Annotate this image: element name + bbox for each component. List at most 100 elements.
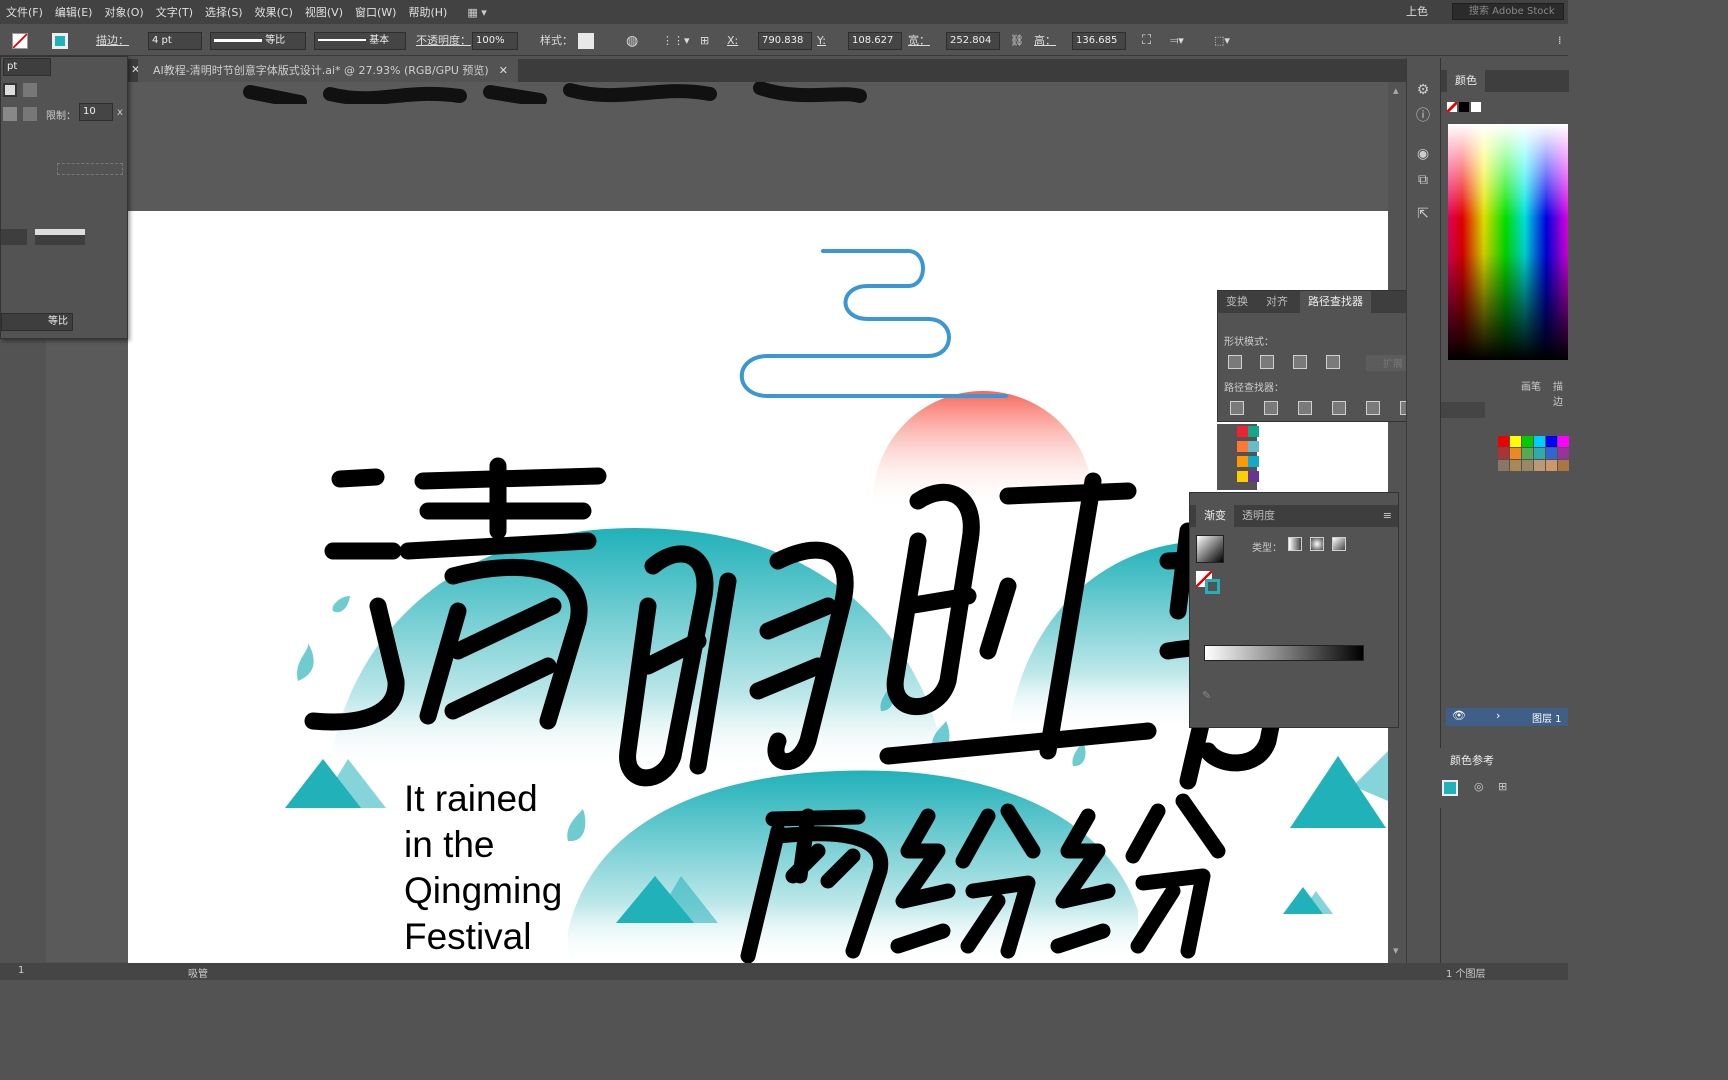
panel-menu-icon[interactable]: ≡ bbox=[1383, 509, 1392, 522]
swatch[interactable] bbox=[1558, 436, 1569, 447]
swatch[interactable] bbox=[1522, 436, 1533, 447]
stock-search-input[interactable]: 搜索 Adobe Stock bbox=[1452, 3, 1564, 20]
gradient-preview-swatch[interactable] bbox=[1196, 535, 1224, 563]
minus-front-icon[interactable] bbox=[1260, 355, 1274, 369]
limit-input[interactable]: 10 bbox=[79, 103, 113, 121]
stroke-unit-field[interactable]: pt bbox=[3, 58, 51, 76]
layer-row[interactable]: 👁 › 图层 1 bbox=[1446, 708, 1568, 726]
swatch[interactable] bbox=[1546, 448, 1557, 459]
height-input[interactable]: 136.685 bbox=[1072, 32, 1126, 50]
base-color-swatch[interactable] bbox=[1442, 780, 1458, 796]
eye-icon[interactable]: 👁 bbox=[1452, 709, 1466, 722]
isolate-icon[interactable]: ⬚▾ bbox=[1214, 26, 1230, 56]
scroll-down-icon[interactable]: ▾ bbox=[1393, 944, 1399, 957]
stroke-weight-input[interactable]: 4 pt bbox=[148, 32, 202, 50]
swatch[interactable] bbox=[1558, 448, 1569, 459]
appearance-icon[interactable]: ◉ bbox=[1415, 146, 1431, 162]
zoom-field[interactable]: 1 bbox=[18, 965, 24, 976]
corner-round-icon[interactable] bbox=[23, 107, 37, 121]
swatch[interactable] bbox=[1510, 436, 1521, 447]
color-guide-title[interactable]: 颜色参考 bbox=[1450, 752, 1494, 768]
search-field[interactable] bbox=[1441, 402, 1485, 418]
linear-gradient-icon[interactable] bbox=[1288, 537, 1302, 551]
swatch[interactable] bbox=[1237, 456, 1248, 467]
menu-type[interactable]: 文字(T) bbox=[150, 4, 199, 20]
intersect-icon[interactable] bbox=[1293, 355, 1307, 369]
swatch[interactable] bbox=[1558, 460, 1569, 471]
close-tab-icon[interactable]: ✕ bbox=[499, 59, 508, 82]
crop-icon[interactable] bbox=[1332, 401, 1346, 415]
tab-transparency[interactable]: 透明度 bbox=[1242, 505, 1275, 527]
fill-none-swatch[interactable] bbox=[12, 33, 28, 49]
swatch[interactable] bbox=[1510, 460, 1521, 471]
swatch[interactable] bbox=[1498, 460, 1509, 471]
swatch[interactable] bbox=[1498, 448, 1509, 459]
swatch[interactable] bbox=[1237, 441, 1248, 452]
radial-gradient-icon[interactable] bbox=[1310, 537, 1324, 551]
tab-transform[interactable]: 变换 bbox=[1226, 291, 1248, 313]
swatch[interactable] bbox=[1546, 460, 1557, 471]
swatch[interactable] bbox=[1510, 448, 1521, 459]
panel-menu-icon[interactable]: ⁞ bbox=[1558, 26, 1562, 56]
expand-layer-icon[interactable]: › bbox=[1496, 709, 1500, 722]
swatch[interactable] bbox=[1248, 456, 1259, 467]
menu-file[interactable]: 文件(F) bbox=[0, 4, 49, 20]
corner-miter-icon[interactable] bbox=[3, 107, 17, 121]
menu-help[interactable]: 帮助(H) bbox=[402, 4, 453, 20]
x-input[interactable]: 790.838 bbox=[758, 32, 812, 50]
tab-pathfinder[interactable]: 路径查找器 bbox=[1300, 291, 1371, 313]
brush-definition[interactable]: 基本 bbox=[314, 32, 406, 50]
menu-edit[interactable]: 编辑(E) bbox=[49, 4, 99, 20]
stroke-teal-icon[interactable] bbox=[1205, 579, 1220, 594]
freeform-gradient-icon[interactable] bbox=[1332, 537, 1346, 551]
workspace-switcher[interactable]: 上色 bbox=[1406, 3, 1428, 19]
scroll-up-icon[interactable]: ▴ bbox=[1393, 84, 1399, 97]
arrange-documents-icon[interactable]: ▦ ▾ bbox=[467, 6, 486, 19]
none-swatch[interactable] bbox=[1447, 102, 1457, 112]
swatch[interactable] bbox=[1534, 436, 1545, 447]
document-tab[interactable]: AI教程-清明时节创意字体版式设计.ai* @ 27.93% (RGB/GPU … bbox=[138, 59, 518, 82]
menu-object[interactable]: 对象(O) bbox=[98, 4, 149, 20]
gear-icon[interactable]: ⚙ bbox=[1415, 82, 1431, 98]
swatch[interactable] bbox=[1522, 448, 1533, 459]
tab-align[interactable]: 对齐 bbox=[1266, 291, 1288, 313]
export-icon[interactable]: ⇱ bbox=[1415, 206, 1431, 222]
transform-panel-icon[interactable]: ⧉ bbox=[1415, 172, 1431, 188]
trim-icon[interactable] bbox=[1264, 401, 1278, 415]
arrowhead-start-select[interactable] bbox=[1, 229, 27, 245]
stroke-profile-select[interactable]: 等比 bbox=[1, 313, 73, 331]
divide-icon[interactable] bbox=[1230, 401, 1244, 415]
stroke-color-swatch[interactable] bbox=[52, 33, 68, 49]
swatch[interactable] bbox=[1498, 436, 1509, 447]
swatch[interactable] bbox=[1248, 471, 1259, 482]
cap-butt-icon[interactable] bbox=[3, 83, 17, 97]
info-icon[interactable]: ⓘ bbox=[1415, 108, 1431, 124]
align-icon[interactable]: ⫤▾ bbox=[1170, 26, 1184, 56]
gradient-slider[interactable] bbox=[1204, 645, 1364, 661]
edit-colors-icon[interactable]: ⊞ bbox=[1498, 780, 1507, 793]
recolor-icon[interactable]: ◍ bbox=[626, 26, 638, 56]
unite-icon[interactable] bbox=[1228, 355, 1242, 369]
tab-stroke[interactable]: 描边 bbox=[1553, 378, 1568, 408]
swatch[interactable] bbox=[1248, 426, 1259, 437]
harmony-icon[interactable]: ◎ bbox=[1474, 780, 1484, 793]
exclude-icon[interactable] bbox=[1326, 355, 1340, 369]
outline-icon[interactable] bbox=[1366, 401, 1380, 415]
menu-select[interactable]: 选择(S) bbox=[199, 4, 249, 20]
swatch[interactable] bbox=[1248, 441, 1259, 452]
y-input[interactable]: 108.627 bbox=[848, 32, 902, 50]
reference-point-icon[interactable]: ⊞ bbox=[700, 26, 709, 56]
swatch[interactable] bbox=[1546, 436, 1557, 447]
menu-effect[interactable]: 效果(C) bbox=[249, 4, 299, 20]
transform-icon[interactable]: ⛶ bbox=[1142, 26, 1151, 56]
swatch[interactable] bbox=[1534, 448, 1545, 459]
tab-gradient[interactable]: 渐变 bbox=[1196, 505, 1234, 527]
menu-view[interactable]: 视图(V) bbox=[299, 4, 349, 20]
variable-width-profile[interactable]: 等比 bbox=[210, 32, 306, 50]
link-proportions-icon[interactable]: ⛓ bbox=[1010, 26, 1024, 56]
color-panel-title[interactable]: 颜色 bbox=[1447, 70, 1485, 92]
white-swatch[interactable] bbox=[1471, 102, 1481, 112]
cap-round-icon[interactable] bbox=[23, 83, 37, 97]
swatch[interactable] bbox=[1237, 471, 1248, 482]
graphic-style-swatch[interactable] bbox=[578, 33, 594, 49]
